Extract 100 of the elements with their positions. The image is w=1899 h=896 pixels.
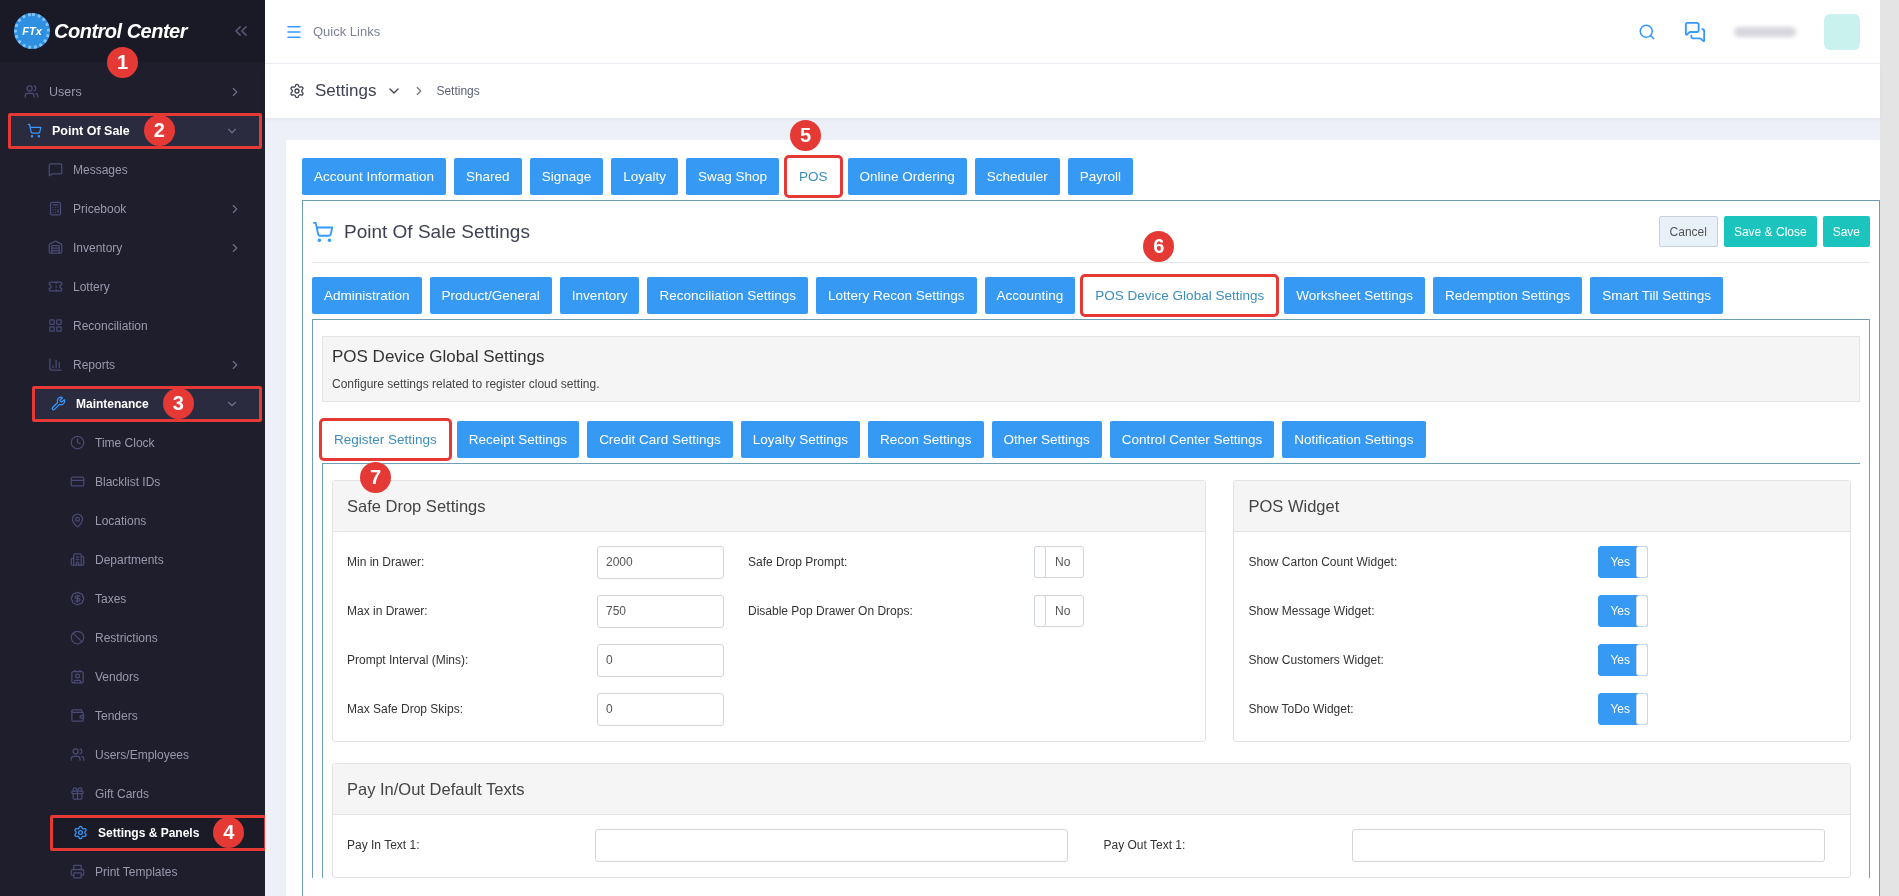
tab[interactable]: Redemption Settings [1433, 277, 1583, 314]
tab[interactable]: Loyalty Settings [740, 421, 860, 458]
quick-links-link[interactable]: Quick Links [285, 22, 381, 41]
nav-item[interactable]: Time Clock [50, 424, 262, 461]
section-description: Configure settings related to register cloud setting. [332, 377, 601, 391]
toggle-switch[interactable]: No [1034, 595, 1084, 627]
step-number-badge: 7 [360, 462, 391, 493]
tab[interactable]: Loyalty [611, 158, 678, 195]
action-button[interactable]: Save & Close [1723, 216, 1817, 247]
input-field[interactable] [1351, 828, 1825, 862]
nav-item[interactable]: Messages [32, 151, 262, 188]
tab[interactable]: Payroll [1067, 158, 1133, 195]
input-field[interactable]: 750 [597, 594, 724, 628]
field-label: Show Message Widget: [1248, 604, 1376, 618]
tab[interactable]: Worksheet Settings [1284, 277, 1425, 314]
nav-icon [27, 123, 42, 138]
field-label: Safe Drop Prompt: [748, 555, 849, 569]
nav-item[interactable]: Maintenance 3 [32, 385, 262, 422]
field-label: Show Carton Count Widget: [1248, 555, 1399, 569]
field-label: Max Safe Drop Skips: [347, 702, 465, 716]
nav-item[interactable]: Users/Employees [50, 736, 262, 773]
chat-bubbles-button[interactable] [1684, 20, 1706, 43]
breadcrumb-current: Settings [436, 84, 480, 98]
tab[interactable]: Smart Till Settings [1590, 277, 1724, 314]
nav-icon [48, 162, 63, 177]
tab[interactable]: Online Ordering [847, 158, 967, 195]
nav-item[interactable]: Pricebook [32, 190, 262, 227]
tab[interactable]: Administration [312, 277, 422, 314]
nav-item[interactable]: Reconciliation [32, 307, 262, 344]
nav-item[interactable]: Restrictions [50, 619, 262, 656]
nav-item[interactable]: Blacklist IDs [50, 463, 262, 500]
nav-item[interactable]: Tenders [50, 697, 262, 734]
field-label: Prompt Interval (Mins): [347, 653, 470, 667]
tab[interactable]: Swag Shop [685, 158, 779, 195]
tab[interactable]: Control Center Settings [1109, 421, 1275, 458]
panel-heading: Pay In/Out Default Texts [347, 779, 525, 799]
action-button[interactable]: Cancel [1658, 216, 1718, 247]
tab[interactable]: Lottery Recon Settings [815, 277, 977, 314]
breadcrumb-title[interactable]: Settings [315, 81, 377, 101]
nav-item[interactable]: Departments [50, 541, 262, 578]
nav-item[interactable]: Print Templates [50, 853, 262, 890]
input-field[interactable]: 0 [597, 643, 724, 677]
nav-item[interactable]: Gift Cards [50, 775, 262, 812]
toggle-switch[interactable]: Yes [1598, 546, 1649, 578]
tab[interactable]: Shared [454, 158, 522, 195]
nav-icon [48, 201, 63, 216]
tab[interactable]: Credit Card Settings [587, 421, 733, 458]
tab[interactable]: Reconciliation Settings [647, 277, 808, 314]
tab[interactable]: Scheduler [974, 158, 1060, 195]
tab[interactable]: Inventory [559, 277, 640, 314]
nav-item[interactable]: Taxes [50, 580, 262, 617]
step-number-badge: 5 [790, 120, 821, 151]
toggle-switch[interactable]: Yes [1598, 644, 1649, 676]
nav-icon [70, 630, 85, 645]
nav-item[interactable]: Lottery [32, 268, 262, 305]
tab[interactable]: POS Device Global Settings [1083, 277, 1277, 314]
toggle-switch[interactable]: Yes [1598, 693, 1649, 725]
nav-icon [48, 318, 63, 333]
nav-icon [48, 240, 63, 255]
tab[interactable]: POS [787, 158, 840, 195]
nav-icon [70, 552, 85, 567]
logo-badge: FTx [14, 13, 50, 49]
tab[interactable]: Accounting [984, 277, 1076, 314]
nav-icon [48, 357, 63, 372]
panel-title: Point Of Sale Settings [344, 220, 530, 243]
tab[interactable]: Receipt Settings [456, 421, 580, 458]
search-icon [1638, 22, 1656, 41]
nav-item[interactable]: Settings & Panels 4 [50, 814, 265, 851]
tab[interactable]: Register Settings [322, 421, 449, 458]
step-number-badge: 1 [107, 47, 138, 78]
logo-text: Control Center [54, 19, 187, 43]
search-button[interactable] [1638, 22, 1656, 41]
nav-item[interactable]: Reports [32, 346, 262, 383]
nav-icon [70, 747, 85, 762]
nav-item[interactable]: Locations [50, 502, 262, 539]
input-field[interactable]: 0 [597, 692, 724, 726]
nav-icon [70, 669, 85, 684]
action-button[interactable]: Save [1822, 216, 1870, 247]
nav-icon [51, 396, 66, 411]
nav-icon [70, 435, 85, 450]
nav-item[interactable]: Vendors [50, 658, 262, 695]
step-number-badge: 6 [1143, 231, 1175, 262]
tab[interactable]: Signage [529, 158, 604, 195]
toggle-switch[interactable]: Yes [1598, 595, 1649, 627]
toggle-switch[interactable]: No [1034, 546, 1084, 578]
field-label: Pay In Text 1: [347, 838, 421, 852]
input-field[interactable] [595, 828, 1068, 862]
tab[interactable]: Other Settings [991, 421, 1102, 458]
tab[interactable]: Product/General [429, 277, 552, 314]
input-field[interactable]: 2000 [597, 545, 724, 579]
nav-icon [70, 864, 85, 879]
panel-heading: POS Widget [1248, 496, 1340, 516]
nav-icon [70, 474, 85, 489]
tab[interactable]: Recon Settings [868, 421, 984, 458]
nav-item[interactable]: Point Of Sale 2 [8, 112, 262, 149]
tab[interactable]: Notification Settings [1282, 421, 1426, 458]
nav-item[interactable]: Inventory [32, 229, 262, 266]
tab[interactable]: Account Information [302, 158, 447, 195]
nav-icon [70, 513, 85, 528]
gear-icon [289, 83, 305, 99]
